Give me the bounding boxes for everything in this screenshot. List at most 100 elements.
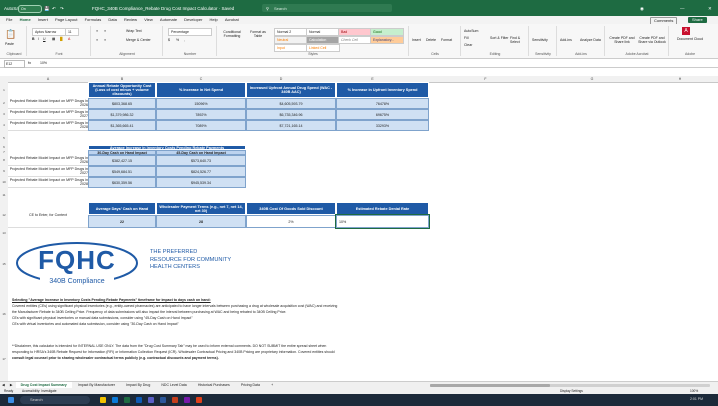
word-icon[interactable]: [160, 397, 166, 403]
table1-cell[interactable]: 7892%: [156, 109, 246, 120]
table1-cell[interactable]: 7089%: [156, 120, 246, 131]
sort-filter-button[interactable]: Sort & Filter: [490, 36, 508, 40]
undo-icon[interactable]: ↶: [52, 6, 56, 12]
sensitivity-button[interactable]: Sensitivity: [532, 38, 548, 42]
days-cash-input[interactable]: 22: [88, 215, 156, 228]
row-header[interactable]: 15: [0, 238, 8, 291]
file-explorer-icon[interactable]: [100, 397, 106, 403]
borders-icon[interactable]: ▦: [52, 37, 55, 41]
powerpoint-icon[interactable]: [172, 397, 178, 403]
row-header[interactable]: 17: [0, 338, 8, 382]
style-check-cell[interactable]: Check Cell: [338, 36, 372, 44]
align-center-icon[interactable]: ≡: [104, 38, 106, 42]
row-header[interactable]: 11: [0, 188, 8, 203]
acrobat-icon[interactable]: [196, 397, 202, 403]
menu-review[interactable]: Review: [124, 16, 137, 24]
menu-insert[interactable]: Insert: [38, 16, 48, 24]
table1-cell[interactable]: 69675%: [336, 109, 429, 120]
table1-cell[interactable]: $1,365,665.41: [88, 120, 156, 131]
menu-help[interactable]: Help: [210, 16, 218, 24]
format-cells-button[interactable]: Format: [441, 38, 452, 42]
menu-view[interactable]: View: [144, 16, 153, 24]
teams-icon[interactable]: [148, 397, 154, 403]
copilot-icon[interactable]: ◉: [640, 6, 644, 12]
row-header[interactable]: 12: [0, 202, 8, 229]
payment-terms-input[interactable]: 28: [156, 215, 246, 228]
cogs-discount-input[interactable]: 2%: [246, 215, 336, 228]
italic-button[interactable]: I: [38, 37, 39, 41]
style-input[interactable]: Input: [274, 44, 308, 52]
menu-automate[interactable]: Automate: [160, 16, 177, 24]
taskbar-search[interactable]: Search: [20, 396, 90, 404]
delete-cells-button[interactable]: Delete: [426, 38, 436, 42]
number-format-select[interactable]: Percentage: [168, 28, 212, 36]
windows-start-icon[interactable]: [8, 397, 14, 403]
row-header[interactable]: 16: [0, 290, 8, 339]
table1-cell[interactable]: $803,368.65: [88, 98, 156, 109]
share-button[interactable]: Share: [688, 17, 707, 23]
table2-cell[interactable]: $945,539.34: [156, 177, 246, 188]
align-left-icon[interactable]: ≡: [96, 38, 98, 42]
table1-cell[interactable]: $1,379,986.32: [88, 109, 156, 120]
outlook-icon[interactable]: [136, 397, 142, 403]
align-top-icon[interactable]: ≡: [96, 29, 98, 33]
style-bad[interactable]: Bad: [338, 28, 372, 36]
insert-cells-button[interactable]: Insert: [412, 38, 421, 42]
table2-cell[interactable]: $630,359.56: [88, 177, 156, 188]
create-pdf-outlook-button[interactable]: Create PDF and Share via Outlook: [638, 36, 666, 44]
font-size-select[interactable]: 11: [65, 28, 79, 36]
table2-cell[interactable]: $382,427.15: [88, 155, 156, 166]
merge-center-button[interactable]: Merge & Center: [126, 38, 151, 42]
paste-button[interactable]: Paste: [5, 42, 14, 46]
format-table-button[interactable]: Format as Table: [246, 30, 270, 38]
table1-cell[interactable]: 33293%: [336, 120, 429, 131]
analyze-data-button[interactable]: Analyze Data: [580, 38, 601, 42]
edge-icon[interactable]: [112, 397, 118, 403]
column-header[interactable]: G: [542, 76, 643, 83]
align-middle-icon[interactable]: ≡: [104, 29, 106, 33]
addins-button[interactable]: Add-ins: [560, 38, 572, 42]
name-box[interactable]: E12: [4, 60, 25, 68]
table1-cell[interactable]: $7,721,165.14: [246, 120, 336, 131]
document-cloud-button[interactable]: Document Cloud: [672, 37, 708, 41]
font-name-select[interactable]: Aptos Narrow: [32, 28, 66, 36]
menu-formulas[interactable]: Formulas: [85, 16, 102, 24]
column-header[interactable]: A: [8, 76, 89, 83]
style-linked-cell[interactable]: Linked Cell: [306, 44, 340, 52]
table2-cell[interactable]: $573,640.73: [156, 155, 246, 166]
autosum-button[interactable]: AutoSum: [464, 29, 478, 33]
currency-icon[interactable]: $: [168, 38, 170, 42]
fill-color-icon[interactable]: █: [60, 37, 62, 41]
horizontal-scrollbar[interactable]: [430, 384, 710, 387]
table2-cell[interactable]: $824,526.77: [156, 166, 246, 177]
rebate-denial-rate-input[interactable]: 10%: [335, 214, 430, 229]
create-pdf-share-link-button[interactable]: Create PDF and Share link: [608, 36, 636, 44]
style-good[interactable]: Good: [370, 28, 404, 36]
style-normal2[interactable]: Normal 2: [274, 28, 308, 36]
table1-cell[interactable]: 15096%: [156, 98, 246, 109]
scrollbar-thumb[interactable]: [430, 384, 550, 387]
find-select-button[interactable]: Find & Select: [510, 36, 528, 44]
style-calculation[interactable]: Calculation: [306, 36, 340, 44]
row-header[interactable]: 5: [0, 131, 8, 146]
clear-button[interactable]: Clear: [464, 43, 472, 47]
autosave-toggle[interactable]: On: [18, 5, 42, 13]
save-icon[interactable]: 💾: [44, 6, 50, 12]
fx-icon[interactable]: fx: [28, 60, 31, 65]
onenote-icon[interactable]: [184, 397, 190, 403]
percent-icon[interactable]: %: [176, 38, 179, 42]
search-box[interactable]: ⚲ Search: [262, 4, 392, 12]
menu-developer[interactable]: Developer: [184, 16, 202, 24]
close-icon[interactable]: ✕: [708, 6, 712, 12]
table2-cell[interactable]: $549,684.51: [88, 166, 156, 177]
menu-data[interactable]: Data: [108, 16, 116, 24]
table1-cell[interactable]: $4,605,593.79: [246, 98, 336, 109]
wrap-text-button[interactable]: Wrap Text: [126, 29, 142, 33]
column-header[interactable]: H: [642, 76, 718, 83]
redo-icon[interactable]: ↷: [60, 6, 64, 12]
excel-icon[interactable]: [124, 397, 130, 403]
style-explanatory[interactable]: Explanatory...: [370, 36, 404, 44]
menu-acrobat[interactable]: Acrobat: [225, 16, 239, 24]
table1-cell[interactable]: $6,735,346.96: [246, 109, 336, 120]
minimize-icon[interactable]: —: [680, 6, 685, 11]
